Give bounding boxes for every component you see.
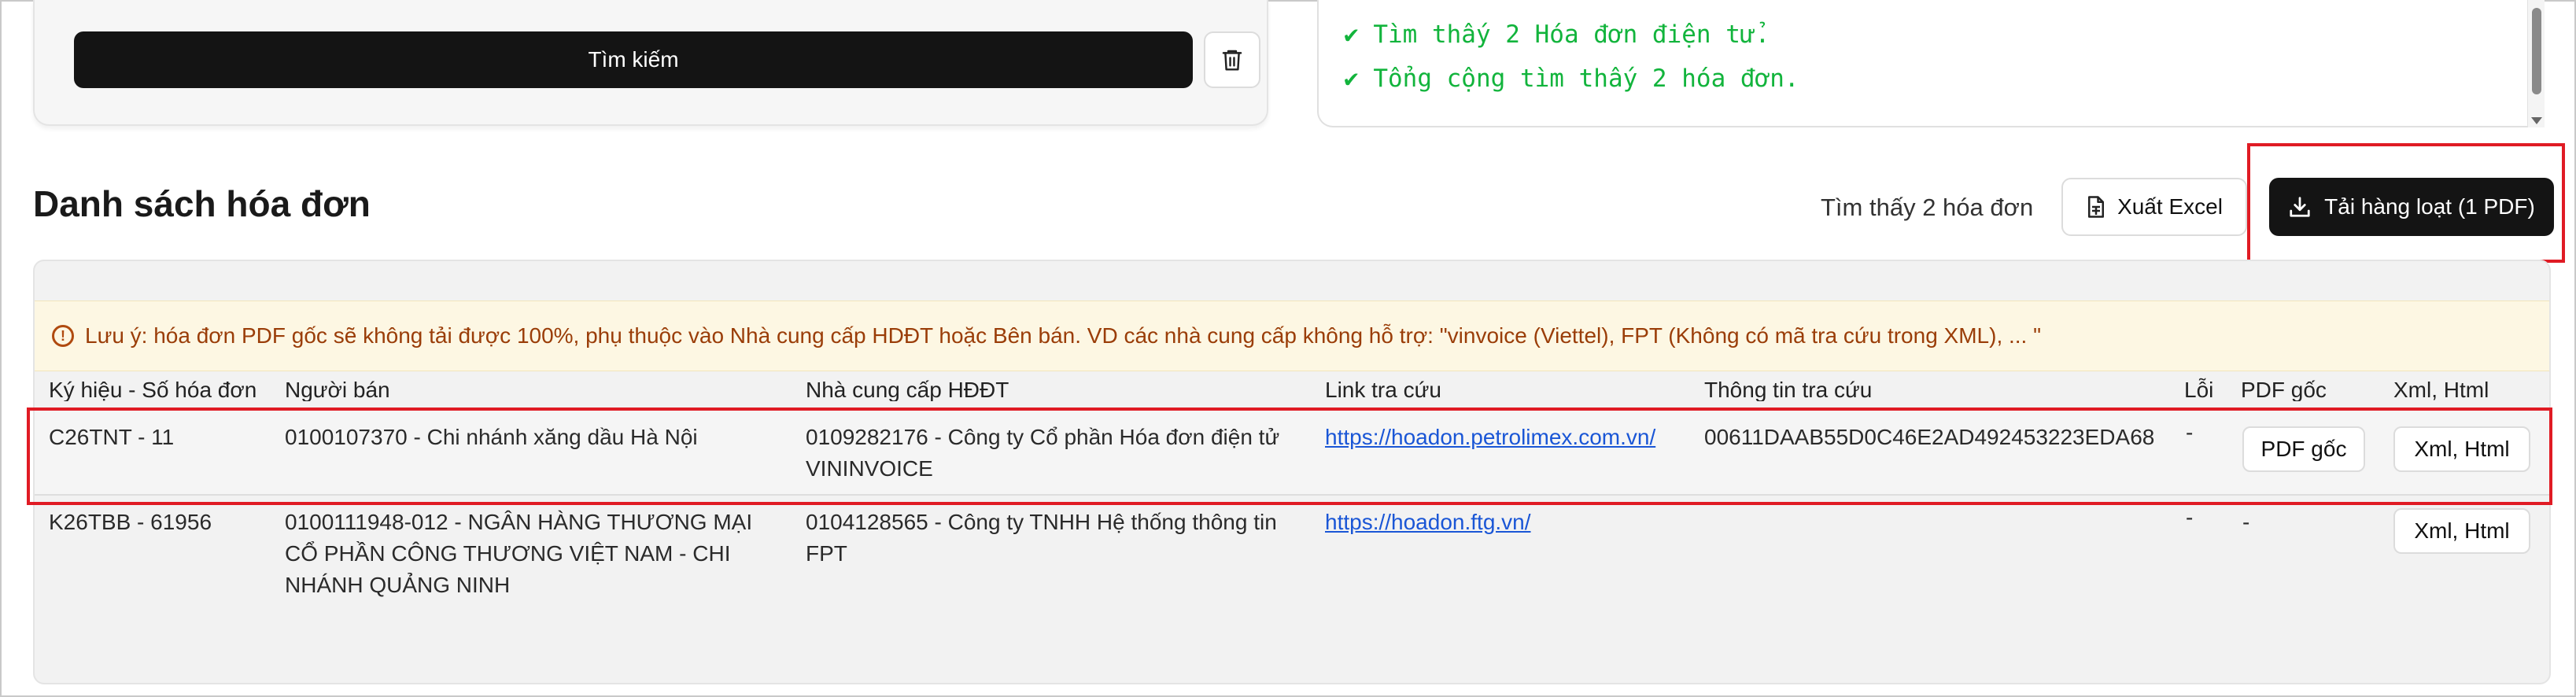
column-header-link: Link tra cứu: [1325, 378, 1441, 401]
xml-html-button[interactable]: Xml, Html: [2393, 508, 2530, 554]
lookup-link[interactable]: https://hoadon.ftg.vn/: [1325, 510, 1531, 534]
pdf-original-cell: -: [2242, 510, 2250, 534]
invoice-cell: K26TBB - 61956: [49, 510, 212, 534]
search-log: ✔ Tìm thấy 2 Hóa đơn điện tử. ✔ Tổng cộn…: [1317, 0, 2545, 127]
search-button[interactable]: Tìm kiếm: [74, 31, 1193, 88]
column-header-invoice: Ký hiệu - Số hóa đơn: [49, 378, 257, 401]
page-title: Danh sách hóa đơn: [33, 183, 371, 224]
log-line: ✔ Tổng cộng tìm thấy 2 hóa đơn.: [1344, 65, 1799, 93]
scroll-down-arrow-icon[interactable]: [2531, 117, 2542, 124]
column-header-error: Lỗi: [2184, 378, 2214, 401]
provider-cell: 0104128565 - Công ty TNHH Hệ thống thông…: [806, 510, 1277, 566]
column-header-provider: Nhà cung cấp HĐĐT: [806, 378, 1009, 401]
link-cell: https://hoadon.ftg.vn/: [1325, 507, 1531, 538]
trash-icon: [1222, 50, 1242, 71]
log-line: ✔ Tìm thấy 2 Hóa đơn điện tử.: [1344, 20, 1770, 49]
column-header-lookup: Thông tin tra cứu: [1704, 378, 1873, 401]
annotation-highlight-box: [27, 408, 2552, 505]
search-panel: Tìm kiếm: [33, 0, 1268, 126]
log-scrollbar[interactable]: [2527, 0, 2545, 127]
notice-banner: ! Lưu ý: hóa đơn PDF gốc sẽ không tải đư…: [35, 301, 2549, 371]
column-header-seller: Người bán: [285, 378, 390, 401]
document-icon: [2088, 196, 2105, 218]
export-excel-button[interactable]: Xuất Excel: [2061, 178, 2247, 236]
notice-text: Lưu ý: hóa đơn PDF gốc sẽ không tải được…: [85, 323, 2042, 348]
result-count: Tìm thấy 2 hóa đơn: [1821, 194, 2034, 221]
error-cell: -: [2186, 505, 2194, 529]
alert-circle-icon: !: [52, 325, 74, 347]
annotation-highlight-box: [2247, 143, 2565, 263]
column-header-pdf: PDF gốc: [2241, 378, 2327, 401]
table-row: K26TBB - 61956 0100111948-012 - NGÂN HÀN…: [35, 496, 2549, 620]
column-header-xml: Xml, Html: [2393, 378, 2489, 401]
scrollbar-thumb[interactable]: [2532, 8, 2541, 94]
export-excel-label: Xuất Excel: [2117, 194, 2223, 219]
seller-cell: 0100111948-012 - NGÂN HÀNG THƯƠNG MẠI CỔ…: [285, 510, 753, 597]
clear-button[interactable]: [1204, 31, 1260, 88]
